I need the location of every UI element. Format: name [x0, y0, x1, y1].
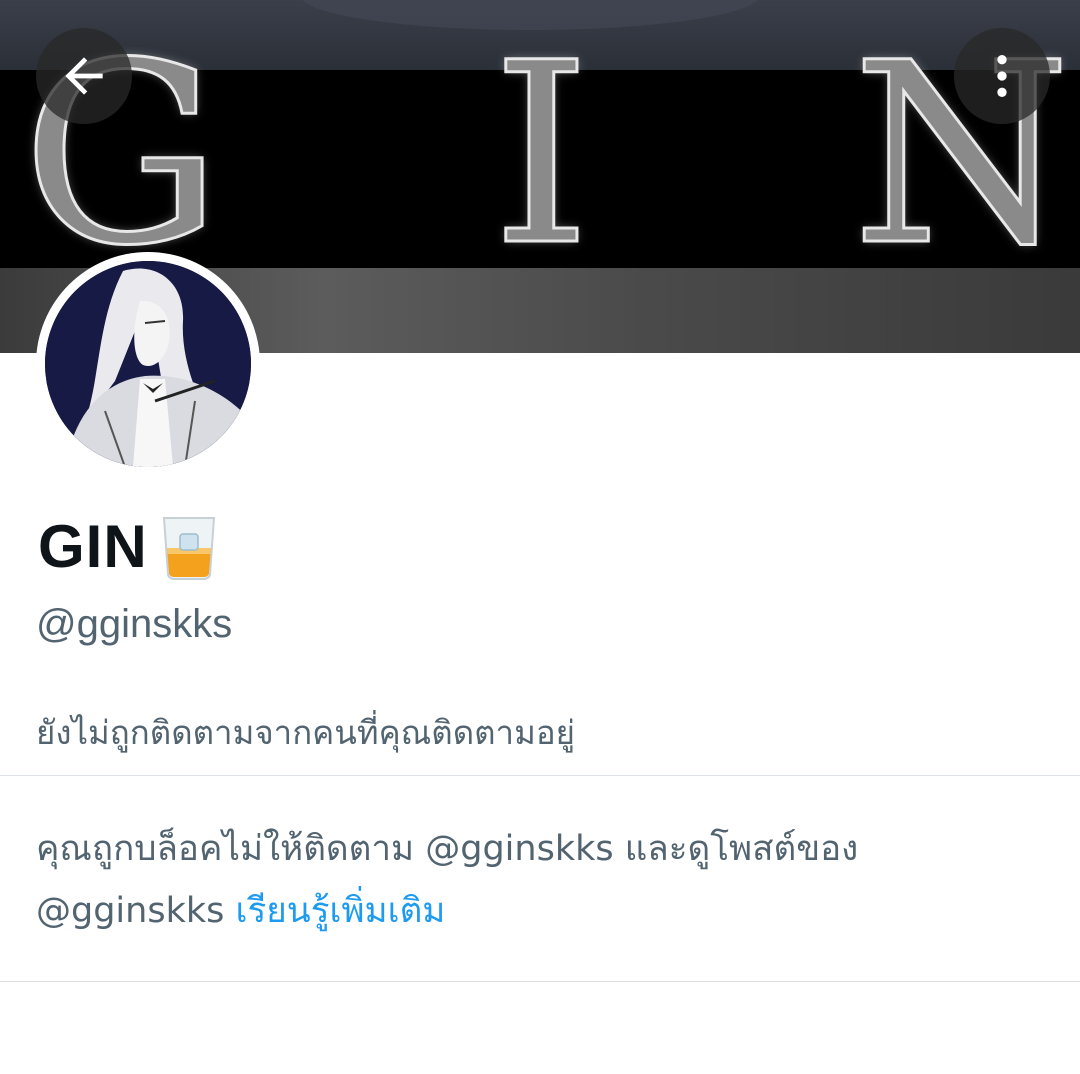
- banner-top-shade: [0, 0, 1080, 70]
- avatar-image: [45, 261, 251, 467]
- profile-avatar[interactable]: [36, 252, 260, 476]
- divider: [0, 775, 1080, 776]
- display-name-row: GIN: [38, 512, 220, 581]
- more-vertical-icon: [997, 55, 1007, 97]
- banner-band: [0, 70, 1080, 270]
- blocked-notice-text: คุณถูกบล็อคไม่ให้ติดตาม @gginskks และดูโ…: [36, 829, 859, 931]
- divider: [0, 981, 1080, 982]
- display-name: GIN: [38, 513, 148, 580]
- followed-by-status: ยังไม่ถูกติดตามจากคนที่คุณติดตามอยู่: [36, 713, 575, 752]
- back-button[interactable]: [36, 28, 132, 124]
- more-options-button[interactable]: [954, 28, 1050, 124]
- learn-more-link[interactable]: เรียนรู้เพิ่มเติม: [236, 891, 446, 931]
- arrow-left-icon: [65, 57, 103, 95]
- blocked-notice: คุณถูกบล็อคไม่ให้ติดตาม @gginskks และดูโ…: [36, 818, 1046, 942]
- profile-handle: @gginskks: [36, 602, 233, 646]
- tumbler-glass-icon: [158, 514, 220, 580]
